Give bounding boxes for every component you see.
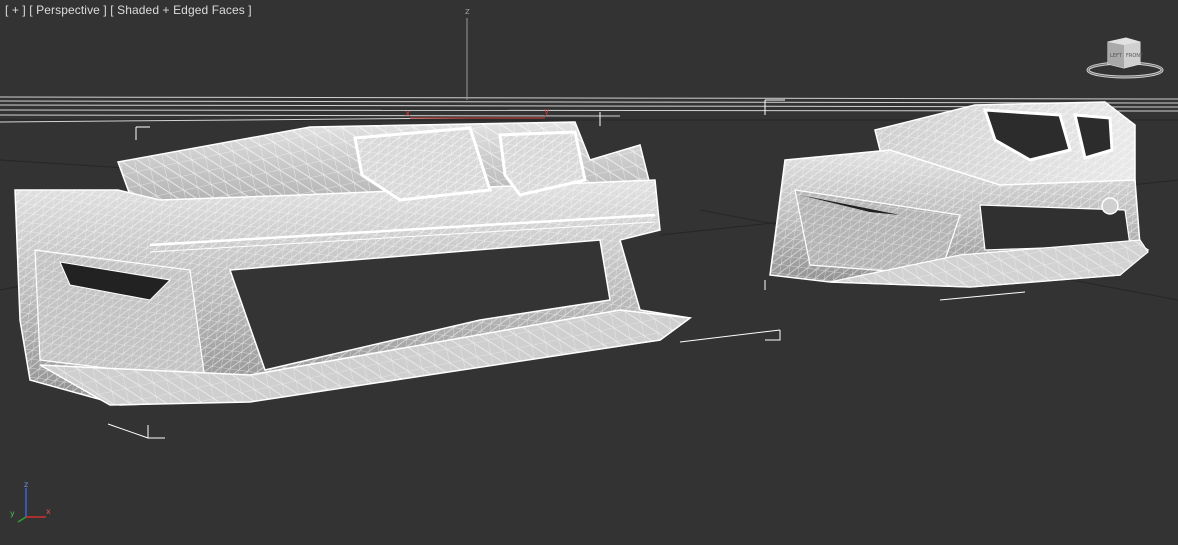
scene-canvas[interactable]: z x y: [0, 0, 1178, 545]
gizmo-z-label: z: [465, 7, 470, 17]
axis-y-label: y: [10, 509, 15, 518]
front-bumper-mesh-right[interactable]: [764, 99, 1150, 301]
view-mode-button[interactable]: [ Perspective ]: [29, 3, 107, 17]
viewport-label-bar: [ + ] [ Perspective ] [ Shaded + Edged F…: [5, 3, 252, 17]
viewcube-face-left[interactable]: LEFT: [1110, 53, 1123, 59]
perspective-viewport[interactable]: z x y [ + ] [ Perspective ] [ Shaded + E…: [0, 0, 1178, 545]
front-bumper-mesh-left[interactable]: [14, 112, 781, 439]
gizmo-x-label: x: [405, 109, 411, 119]
axis-tripod-icon: z x y: [10, 480, 51, 523]
viewcube-icon[interactable]: LEFT FRONT: [1086, 32, 1164, 82]
viewcube-face-front[interactable]: FRONT: [1126, 53, 1144, 59]
viewport-menu-button[interactable]: [ + ]: [5, 3, 26, 17]
axis-z-label: z: [24, 480, 28, 489]
gizmo-y-label: y: [544, 107, 550, 117]
axis-x-label: x: [46, 507, 51, 516]
shading-mode-button[interactable]: [ Shaded + Edged Faces ]: [110, 3, 252, 17]
